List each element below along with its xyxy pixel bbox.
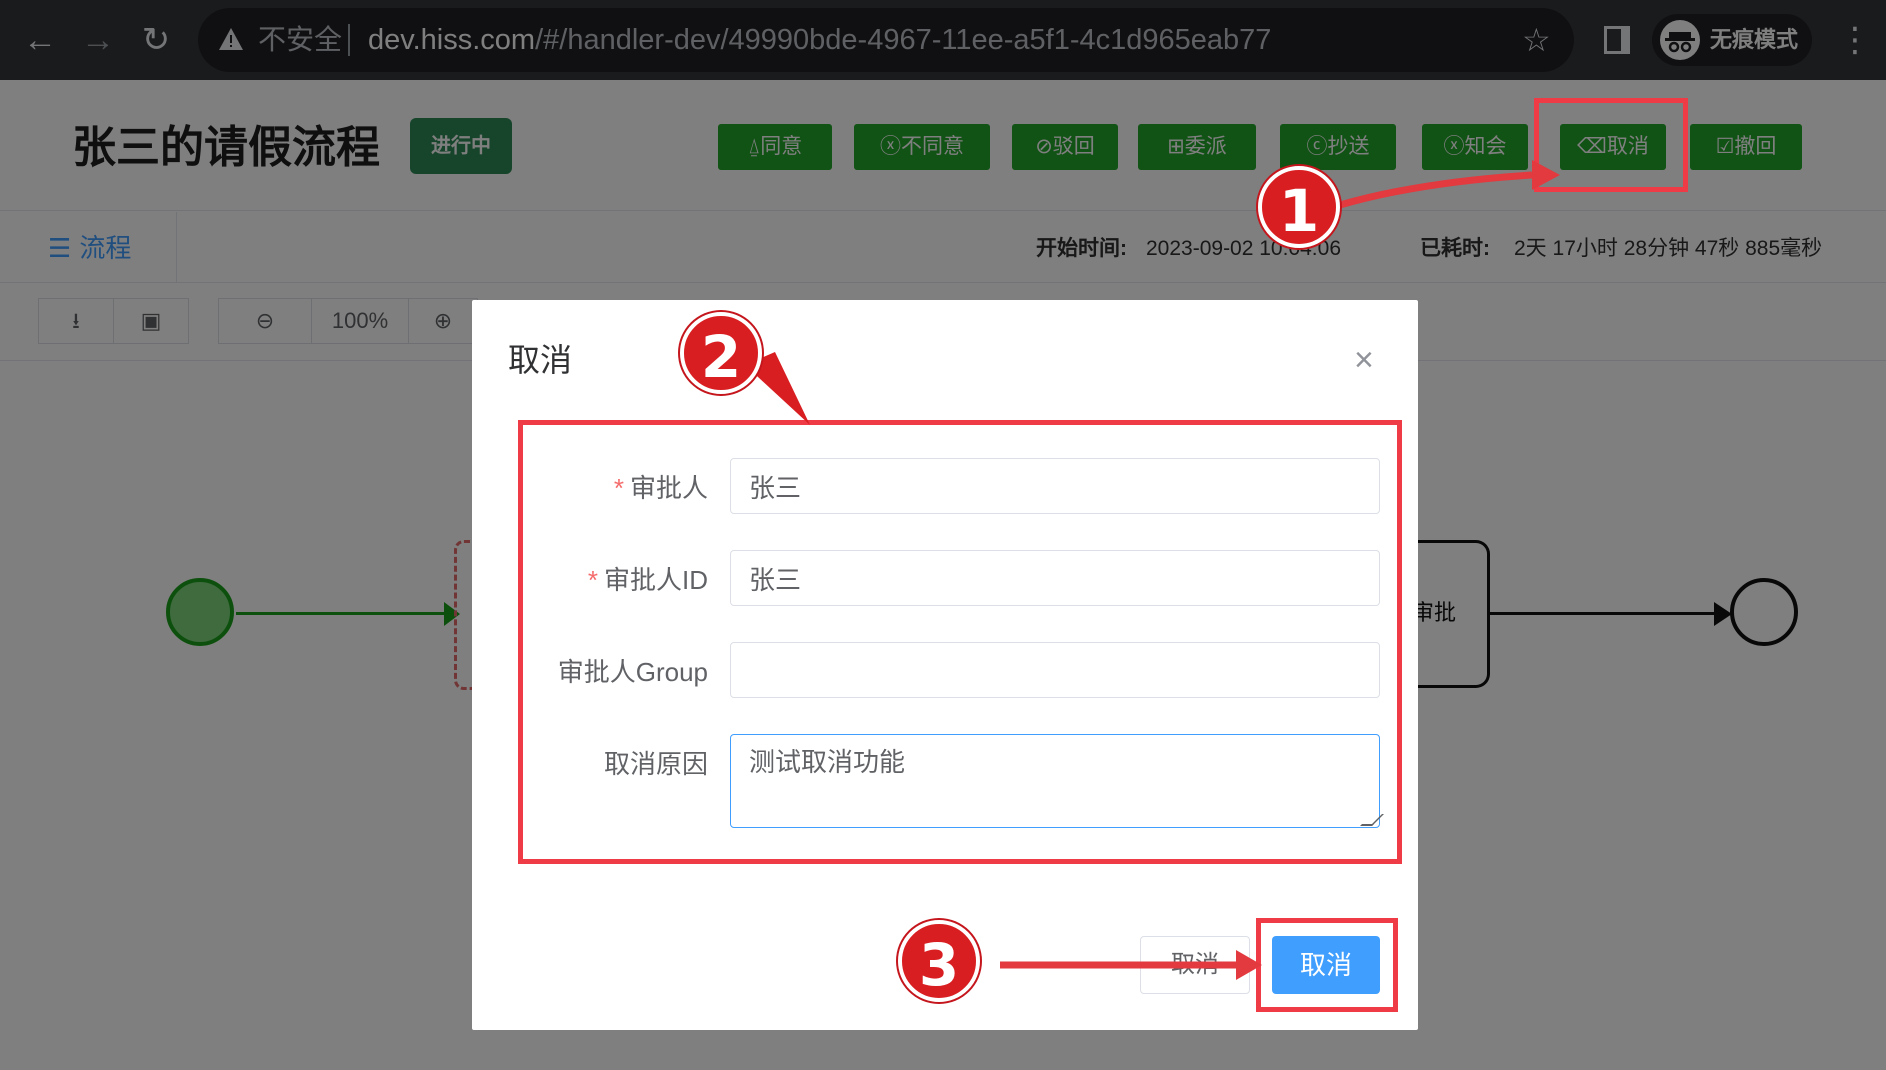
dialog-title: 取消 (508, 342, 573, 378)
dialog-cancel-button[interactable]: 取消 (1140, 936, 1250, 994)
close-icon[interactable]: × (1354, 340, 1374, 380)
highlight-form (518, 420, 1402, 864)
highlight-cancel-action (1534, 98, 1688, 192)
step-2-marker: 2 (680, 312, 762, 394)
step-3-marker: 3 (898, 920, 980, 1002)
step-1-marker: 1 (1258, 166, 1340, 248)
highlight-confirm (1256, 918, 1398, 1012)
